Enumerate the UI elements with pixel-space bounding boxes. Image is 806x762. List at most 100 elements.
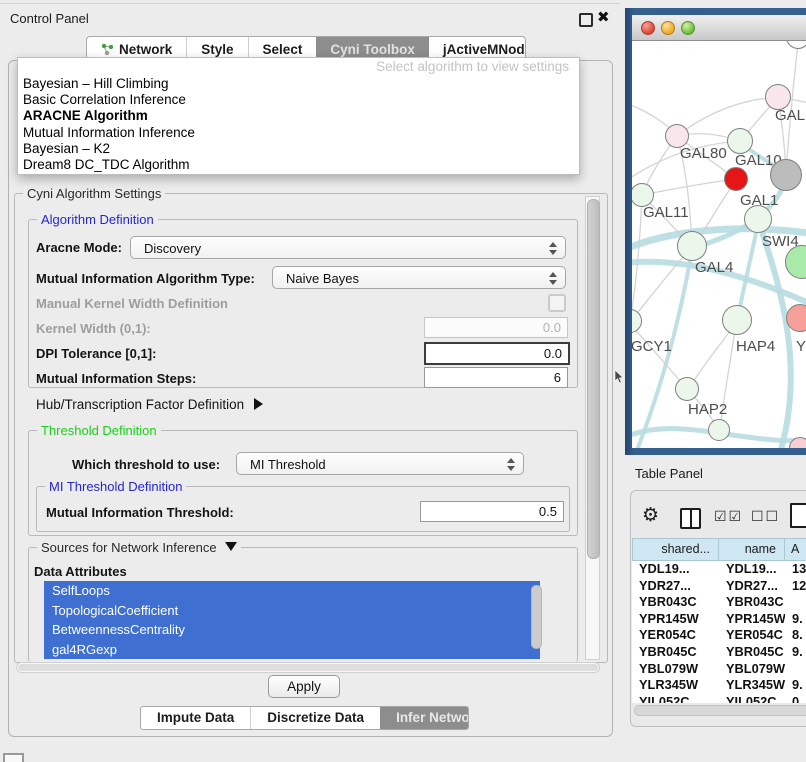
- table-cell[interactable]: 13: [785, 561, 806, 578]
- manual-kernel-checkbox[interactable]: [548, 294, 566, 312]
- table-row[interactable]: YBR043CYBR043C: [632, 594, 806, 611]
- network-edge-thin[interactable]: [677, 97, 778, 136]
- algorithm-option[interactable]: Bayesian – K2: [18, 141, 579, 157]
- table-row[interactable]: YBR045CYBR045C9.: [632, 644, 806, 661]
- tab-discretize-data[interactable]: Discretize Data: [250, 707, 380, 729]
- minimize-traffic-light-icon[interactable]: [661, 21, 675, 35]
- table-cell[interactable]: [785, 661, 806, 678]
- aracne-mode-value: Discovery: [144, 241, 201, 256]
- close-traffic-light-icon[interactable]: [641, 21, 655, 35]
- stepper-arrows-icon: [507, 457, 515, 472]
- table-hscrollbar-thumb[interactable]: [634, 705, 806, 716]
- table-cell[interactable]: YLR345W: [719, 677, 785, 694]
- network-node[interactable]: [708, 419, 730, 441]
- table-cell[interactable]: YIL052C: [632, 694, 719, 703]
- table-cell[interactable]: 12: [785, 578, 806, 595]
- network-node-gal10[interactable]: [727, 128, 753, 154]
- algorithm-option[interactable]: ARACNE Algorithm: [18, 108, 579, 124]
- table-cell[interactable]: YDL19...: [719, 561, 785, 578]
- tab-label: Select: [263, 42, 303, 57]
- algorithm-option[interactable]: Mutual Information Inference: [18, 125, 579, 141]
- table-cell[interactable]: YDR27...: [719, 578, 785, 595]
- table-cell[interactable]: YBR045C: [632, 644, 719, 661]
- tab-impute-data[interactable]: Impute Data: [141, 707, 250, 729]
- table-cell[interactable]: 8.: [785, 627, 806, 644]
- data-attribute-item[interactable]: TopologicalCoefficient: [44, 601, 540, 621]
- table-row[interactable]: YLR345WYLR345W9.: [632, 677, 806, 694]
- table-cell[interactable]: YLR345W: [632, 677, 719, 694]
- table-cell[interactable]: YER054C: [719, 627, 785, 644]
- data-attribute-item[interactable]: BetweennessCentrality: [44, 620, 540, 640]
- apply-button[interactable]: Apply: [268, 675, 340, 698]
- table-cell[interactable]: YBR043C: [719, 594, 785, 611]
- hub-definition-toggle[interactable]: Hub/Transcription Factor Definition: [36, 397, 263, 412]
- network-node-hap4[interactable]: [722, 305, 752, 335]
- data-attribute-item[interactable]: SelfLoops: [44, 581, 540, 601]
- network-node[interactable]: [770, 159, 802, 191]
- table-cell[interactable]: [785, 594, 806, 611]
- table-row[interactable]: YBL079WYBL079W: [632, 661, 806, 678]
- algorithm-option[interactable]: Dream8 DC_TDC Algorithm: [18, 157, 579, 173]
- export-table-icon[interactable]: [790, 503, 806, 528]
- table-cell[interactable]: YDR27...: [632, 578, 719, 595]
- network-edge-thin[interactable]: [632, 324, 686, 388]
- hide-unselected-boxes-icon[interactable]: ☐☐: [751, 508, 780, 525]
- table-row[interactable]: YDR27...YDR27...12: [632, 578, 806, 595]
- which-threshold-select[interactable]: MI Threshold: [236, 452, 524, 475]
- show-selected-checks-icon[interactable]: ☑☑: [714, 508, 743, 525]
- table-row[interactable]: YDL19...YDL19...13: [632, 561, 806, 578]
- mi-threshold-field[interactable]: 0.5: [420, 501, 564, 522]
- mi-type-select[interactable]: Naive Bayes: [272, 266, 566, 289]
- gear-icon[interactable]: ⚙: [642, 504, 659, 527]
- aracne-mode-select[interactable]: Discovery: [130, 236, 566, 259]
- tab-infer-network[interactable]: Infer Network: [380, 707, 469, 729]
- network-node-y[interactable]: [786, 304, 806, 332]
- column-header-shared-name[interactable]: shared...: [632, 538, 719, 561]
- settings-hscrollbar[interactable]: [16, 662, 600, 673]
- data-attribute-item[interactable]: gal4RGexp: [44, 640, 540, 660]
- attributes-scrollbar-thumb[interactable]: [531, 585, 542, 649]
- network-canvas[interactable]: GALGAL80GAL10GAL1GAL11SWI4GAL4GCY1HAP4YH…: [632, 41, 806, 448]
- network-node-hap2[interactable]: [675, 377, 699, 401]
- table-cell[interactable]: 0.: [785, 694, 806, 703]
- dpi-tolerance-field[interactable]: 0.0: [424, 342, 570, 365]
- algorithm-option[interactable]: Bayesian – Hill Climbing: [18, 76, 579, 92]
- float-window-icon[interactable]: [579, 13, 593, 27]
- settings-hscrollbar-thumb[interactable]: [18, 664, 598, 671]
- sources-toggle[interactable]: Sources for Network Inference: [37, 540, 241, 555]
- algorithm-option[interactable]: Basic Correlation Inference: [18, 92, 579, 108]
- mi-threshold-label: Mutual Information Threshold:: [46, 505, 234, 520]
- columns-icon[interactable]: [680, 508, 701, 529]
- table-cell[interactable]: 9.: [785, 677, 806, 694]
- network-window-titlebar[interactable]: [632, 15, 806, 41]
- table-cell[interactable]: 9.: [785, 611, 806, 628]
- network-edge-thin[interactable]: [642, 179, 735, 195]
- dock-corner-icon[interactable]: [3, 753, 24, 762]
- network-edge-thin[interactable]: [632, 196, 642, 321]
- column-header-name[interactable]: name: [719, 538, 785, 561]
- network-node-gal1[interactable]: [724, 167, 748, 191]
- table-cell[interactable]: YER054C: [632, 627, 719, 644]
- table-row[interactable]: YER054CYER054C8.: [632, 627, 806, 644]
- group-title: Cyni Algorithm Settings: [23, 186, 165, 201]
- table-cell[interactable]: 9.: [785, 644, 806, 661]
- aracne-mode-label: Aracne Mode:: [36, 240, 122, 255]
- table-cell[interactable]: YBR045C: [719, 644, 785, 661]
- column-header-third[interactable]: A: [785, 538, 806, 561]
- settings-vscrollbar-thumb[interactable]: [587, 199, 600, 559]
- kernel-width-field[interactable]: 0.0: [424, 317, 568, 338]
- table-cell[interactable]: YBR043C: [632, 594, 719, 611]
- table-cell[interactable]: YBL079W: [719, 661, 785, 678]
- close-icon[interactable]: ✖: [597, 8, 610, 26]
- table-row[interactable]: YPR145WYPR145W9.: [632, 611, 806, 628]
- table-cell[interactable]: YDL19...: [632, 561, 719, 578]
- zoom-traffic-light-icon[interactable]: [681, 21, 695, 35]
- table-cell[interactable]: YIL052C: [719, 694, 785, 703]
- table-cell[interactable]: YPR145W: [632, 611, 719, 628]
- mi-steps-field[interactable]: 6: [424, 367, 568, 388]
- table-cell[interactable]: YPR145W: [719, 611, 785, 628]
- network-node-gal4[interactable]: [677, 231, 707, 261]
- table-row[interactable]: YIL052CYIL052C0.: [632, 694, 806, 703]
- network-node-swi4[interactable]: [744, 205, 772, 233]
- table-cell[interactable]: YBL079W: [632, 661, 719, 678]
